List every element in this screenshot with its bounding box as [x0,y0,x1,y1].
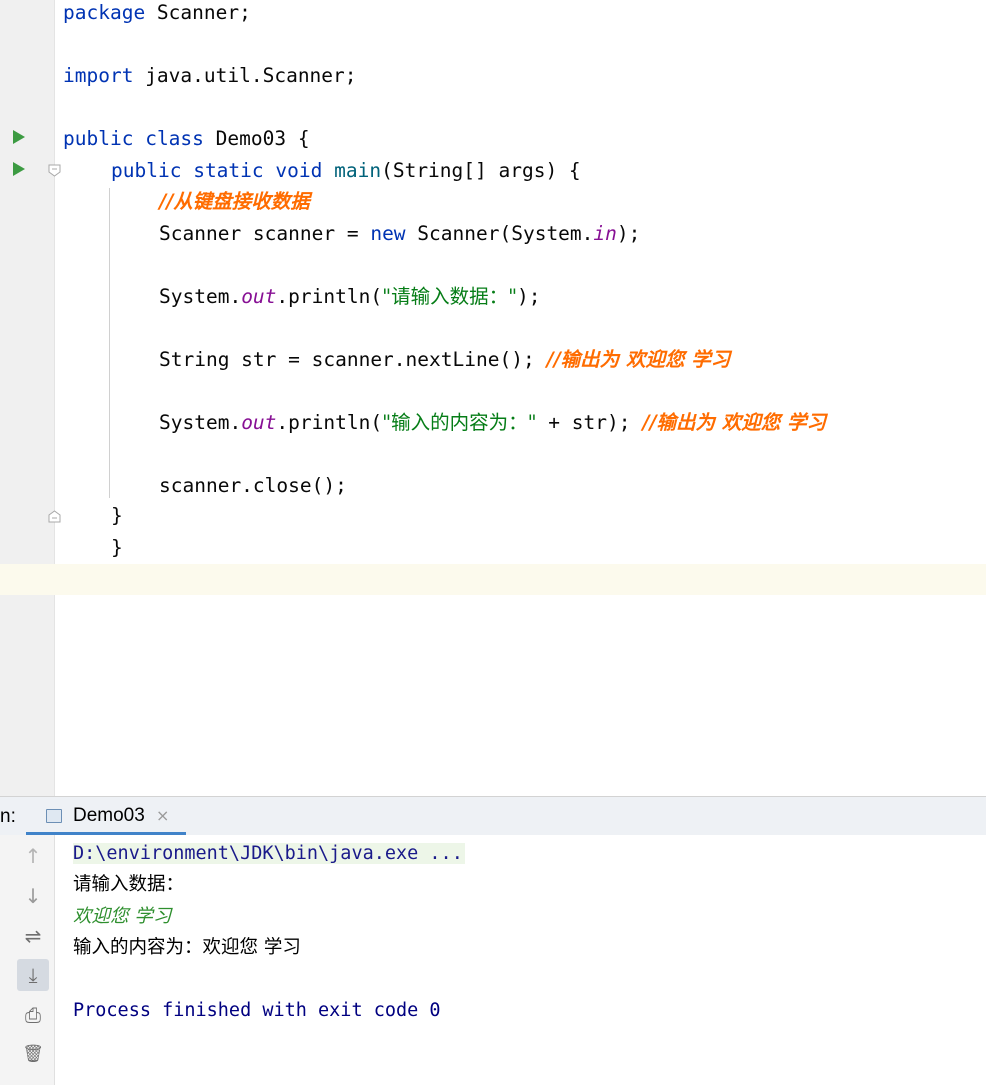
keyword: import [63,64,134,87]
console-tab-icon [46,809,62,823]
code-text: .println( [276,285,383,308]
code-text: Scanner(System. [405,222,594,245]
up-arrow-icon[interactable]: ↑ [17,840,49,872]
code-text: Scanner scanner = [159,222,371,245]
comment: //输出为 欢迎您 学习 [642,411,827,434]
console-toolbar: ↑ ↓ ⇌ ⤓ ⎙ 🗑 [0,835,55,1085]
keyword: package [63,1,146,24]
code-text: } [111,536,123,559]
keyword: new [370,222,406,245]
indent-guide [109,188,110,498]
trash-icon[interactable]: 🗑 [17,1038,49,1070]
static-field: in [593,222,617,245]
run-main-icon[interactable] [13,162,25,176]
code-line-12: String str = scanner.nextLine(); //输出为 欢… [159,344,730,375]
keyword: void [275,159,323,182]
code-line-17: } [111,500,123,531]
current-line-gutter-highlight [0,564,54,595]
keyword: public [111,159,182,182]
console-output: 输入的内容为：欢迎您 学习 [73,937,301,958]
code-line-6: public static void main(String[] args) { [111,155,581,186]
code-text: .println( [276,411,383,434]
code-line-8: Scanner scanner = new Scanner(System.in)… [159,218,640,249]
code-line-14: System.out.println("输入的内容为：" + str); //输… [159,407,826,438]
tab-title: Demo03 [73,805,145,826]
static-field: out [241,411,277,434]
fold-end-icon[interactable] [48,510,61,523]
code-text: + str); [536,411,643,434]
code-text: ); [616,222,641,245]
string-literal: "请输入数据：" [382,285,518,308]
code-text: (String[] args) { [381,159,581,182]
code-text: System. [159,285,242,308]
code-line-10: System.out.println("请输入数据："); [159,281,541,312]
console-prompt: 请输入数据： [73,874,185,895]
down-arrow-icon[interactable]: ↓ [17,880,49,912]
keyword: public [63,127,134,150]
code-text: scanner.close(); [159,474,347,497]
method-name: main [334,159,382,182]
code-text: System. [159,411,242,434]
keyword: class [145,127,204,150]
console-command-line: D:\environment\JDK\bin\java.exe ... [73,838,465,869]
current-line-highlight [0,564,986,595]
string-literal: "输入的内容为：" [382,411,537,434]
scroll-to-end-icon[interactable]: ⤓ [17,959,49,991]
code-text: ); [517,285,541,308]
tab-demo03[interactable]: Demo03 × [26,797,186,835]
print-icon[interactable]: ⎙ [17,999,49,1031]
comment: //从键盘接收数据 [159,190,310,213]
close-icon[interactable]: × [156,806,169,825]
run-label: n: [0,806,16,827]
code-line-18: } [111,532,123,563]
code-text: java.util.Scanner; [133,64,357,87]
code-line-7: //从键盘接收数据 [159,186,310,217]
run-tab-bar: n: Demo03 × [0,797,986,835]
fold-start-icon[interactable] [48,164,61,177]
editor-gutter [0,0,55,796]
soft-wrap-icon[interactable]: ⇌ [17,920,49,952]
run-tool-window: n: Demo03 × ↑ ↓ ⇌ ⤓ ⎙ 🗑 D:\environment\J… [0,796,986,1085]
java-command: D:\environment\JDK\bin\java.exe ... [73,843,465,864]
code-text: Scanner; [145,1,251,24]
comment: //输出为 欢迎您 学习 [546,348,731,371]
code-line-3: import java.util.Scanner; [63,60,357,91]
code-line-1: package Scanner; [63,0,251,28]
code-text: } [111,504,123,527]
code-text: String str = scanner.nextLine(); [159,348,547,371]
code-text: Demo03 { [203,127,310,150]
code-editor[interactable]: package Scanner; import java.util.Scanne… [0,0,986,796]
code-line-5: public class Demo03 { [63,123,310,154]
code-line-16: scanner.close(); [159,470,347,501]
console-exit-message: Process finished with exit code 0 [73,1000,441,1021]
static-field: out [241,285,277,308]
console-user-input[interactable]: 欢迎您 学习 [73,901,171,932]
keyword: static [193,159,264,182]
run-class-icon[interactable] [13,130,25,144]
